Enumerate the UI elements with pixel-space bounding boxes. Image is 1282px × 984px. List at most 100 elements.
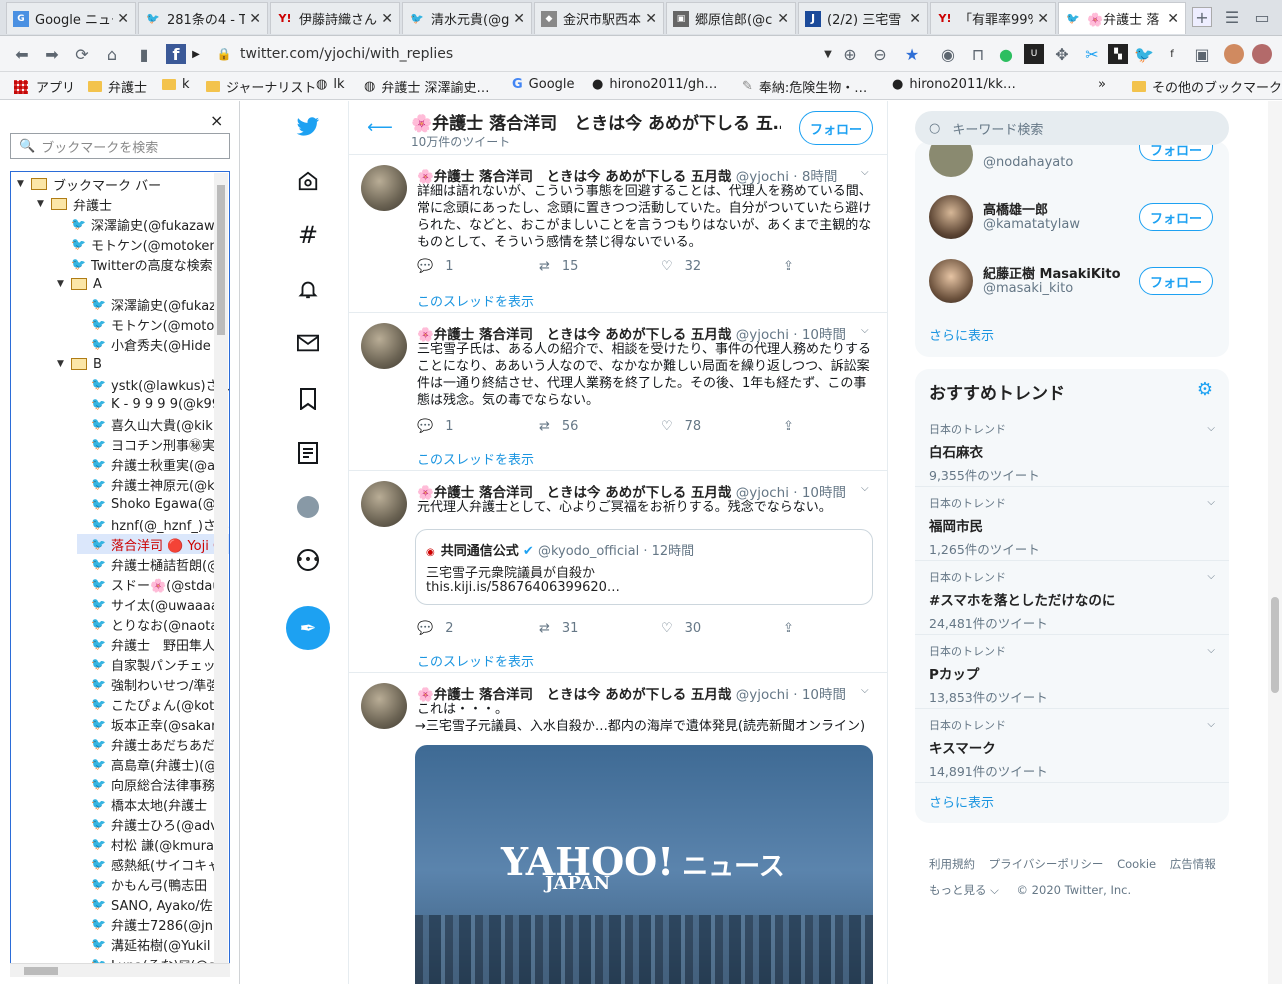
bookmark-item[interactable]: 🐦 hznf(@_hznf_)さん: [77, 514, 229, 534]
reply-button[interactable]: 💬 2: [417, 621, 539, 636]
bookmark-item[interactable]: 🐦 SANO, Ayako/佐: [77, 894, 229, 914]
explore-hashtag-icon[interactable]: #: [296, 221, 320, 249]
bookmark-item[interactable]: 🐦 弁護士7286(@jn: [77, 914, 229, 934]
avatar[interactable]: [929, 259, 973, 303]
trend-item[interactable]: 日本のトレンド キスマーク 14,891件のツイート ⌵: [915, 709, 1229, 783]
bookmark-search-input[interactable]: 🔍 ブックマークを検索: [10, 133, 230, 159]
expand-triangle-icon[interactable]: ▼: [17, 179, 25, 189]
avatar-icon[interactable]: [1252, 44, 1272, 64]
bookmark-panel-icon[interactable]: ▮: [134, 44, 154, 64]
trends-show-more-link[interactable]: さらに表示: [929, 792, 994, 811]
quoted-link[interactable]: this.kiji.is/58676406399620…: [426, 580, 620, 595]
bookmark-item[interactable]: ● hirono2011/gh…: [592, 77, 717, 92]
more-icon[interactable]: •••: [296, 549, 320, 571]
other-bookmarks-folder[interactable]: その他のブックマーク: [1132, 77, 1282, 96]
browser-tab-1[interactable]: 🐦 281条の4 - T ✕: [138, 2, 268, 34]
browser-tab-8[interactable]: 🐦 🌸弁護士 落 ✕: [1058, 2, 1186, 34]
extension-icon[interactable]: ▚: [1108, 44, 1128, 64]
back-icon[interactable]: ⬅: [12, 44, 32, 64]
bookmark-tree[interactable]: ▼ ブックマーク バー ▼ 弁護士 🐦 深澤諭史(@fukazawa 🐦 モトケン(@moto…: [10, 171, 230, 977]
bookmark-folder[interactable]: 弁護士: [88, 77, 147, 96]
browser-tab-6[interactable]: J (2/2) 三宅雪 ✕: [798, 2, 928, 34]
browser-tab-4[interactable]: ◆ 金沢市駅西本 ✕: [534, 2, 664, 34]
chevron-down-icon[interactable]: ⌵: [861, 483, 869, 494]
trend-item[interactable]: 日本のトレンド #スマホを落としただけなのに 24,481件のツイート ⌵: [915, 561, 1229, 635]
twitter-logo-icon[interactable]: [296, 115, 320, 139]
extension-icon[interactable]: ✂: [1082, 44, 1102, 64]
bookmark-item[interactable]: 🐦 感熱紙(サイコキャ: [77, 854, 229, 874]
star-icon[interactable]: ★: [902, 44, 922, 64]
follow-suggestion[interactable]: 高橋雄一郎 @kamatatylaw フォロー: [915, 193, 1229, 245]
follow-suggestion[interactable]: @nodahayato フォロー: [915, 133, 1229, 183]
browser-tab-0[interactable]: GGoogle ニュー✕: [6, 2, 136, 34]
bookmark-item[interactable]: 🐦 弁護士あだちあだ: [77, 734, 229, 754]
profile-icon[interactable]: [296, 495, 320, 519]
bookmark-item[interactable]: 🐦 ヨコチン刑事㊙実: [77, 434, 229, 454]
follow-button[interactable]: フォロー: [1139, 267, 1213, 295]
home-icon[interactable]: ⌂: [102, 44, 122, 64]
tweet[interactable]: 🌸弁護士 落合洋司 ときは今 あめが下しる 五月哉 @yjochi · 10時間…: [349, 313, 887, 471]
follow-suggestion[interactable]: 紀藤正樹 MasakiKito @masaki_kito フォロー: [915, 257, 1229, 309]
bookmark-item[interactable]: 🐦 弁護士樋詰哲朗(@: [77, 554, 229, 574]
close-sidebar-button[interactable]: ×: [210, 111, 223, 130]
bookmark-item[interactable]: 🐦 自家製パンチェッタ: [77, 654, 229, 674]
close-tab-icon[interactable]: ✕: [117, 11, 129, 27]
retweet-button[interactable]: ⇄ 15: [539, 259, 661, 274]
avatar[interactable]: [361, 323, 407, 369]
bookmark-item[interactable]: 🐦 村松 謙(@kmurar: [77, 834, 229, 854]
window-icon[interactable]: ▭: [1252, 7, 1272, 27]
show-thread-link[interactable]: このスレッドを表示: [417, 449, 534, 468]
extension-icon[interactable]: ▣: [1192, 44, 1212, 64]
close-tab-icon[interactable]: ✕: [513, 11, 525, 27]
extension-icon[interactable]: ◉: [938, 44, 958, 64]
bookmark-item[interactable]: 🐦 Shoko Egawa(@a: [77, 494, 229, 514]
footer-link[interactable]: 利用規約: [929, 857, 975, 871]
bookmark-icon[interactable]: ⊓: [968, 44, 988, 64]
menu-icon[interactable]: ☰: [1222, 7, 1242, 27]
bookmark-item[interactable]: 🐦 小倉秀夫(@Hide: [77, 334, 229, 354]
browser-tab-5[interactable]: ▣ 郷原信郎(@c ✕: [666, 2, 796, 34]
share-button[interactable]: ⇪: [783, 419, 905, 434]
chevron-down-icon[interactable]: ⌵: [861, 685, 869, 696]
bookmark-item[interactable]: 🐦 落合洋司 🔴 Yoji O: [77, 534, 229, 554]
tweet[interactable]: 🌸弁護士 落合洋司 ときは今 あめが下しる 五月哉 @yjochi · 10時間…: [349, 471, 887, 673]
lists-icon[interactable]: [296, 441, 320, 465]
bookmark-item[interactable]: 🐦 弁護士ひろ(@adv: [77, 814, 229, 834]
bookmark-item[interactable]: 🐦 深澤諭史(@fukazawa: [57, 214, 229, 234]
vertical-scrollbar[interactable]: [214, 173, 228, 963]
bookmark-folder[interactable]: ▼ B: [57, 354, 229, 374]
follow-button[interactable]: フォロー: [799, 111, 873, 145]
quoted-tweet[interactable]: ◉ 共同通信公式 ✔ @kyodo_official · 12時間 三宅雪子元衆院…: [415, 529, 873, 605]
bookmark-item[interactable]: ◍ lk: [316, 77, 344, 92]
browser-tab-3[interactable]: 🐦 清水元貴(@g ✕: [402, 2, 532, 34]
bookmark-folder[interactable]: k: [162, 77, 190, 92]
avatar[interactable]: [361, 165, 407, 211]
page-scrollbar[interactable]: [1268, 101, 1282, 984]
bookmark-item[interactable]: 🐦 こたぴょん(@kota: [77, 694, 229, 714]
bookmark-folder[interactable]: ▼ 弁護士: [37, 194, 229, 214]
retweet-button[interactable]: ⇄ 56: [539, 419, 661, 434]
trend-item[interactable]: 日本のトレンド 白石麻衣 9,355件のツイート ⌵: [915, 413, 1229, 487]
bookmark-folder[interactable]: ▼ ブックマーク バー: [17, 174, 229, 194]
expand-triangle-icon[interactable]: ▼: [57, 359, 65, 369]
bookmark-item[interactable]: ● hirono2011/kk…: [892, 77, 1016, 92]
gear-icon[interactable]: ⚙: [1197, 379, 1213, 400]
bookmark-item[interactable]: 🐦 モトケン(@motok: [77, 314, 229, 334]
messages-mail-icon[interactable]: [296, 331, 320, 355]
evernote-icon[interactable]: ●: [996, 44, 1016, 64]
footer-link[interactable]: プライバシーポリシー: [989, 857, 1104, 871]
chevron-down-icon[interactable]: ⌵: [1207, 571, 1215, 582]
reload-icon[interactable]: ⟳: [72, 44, 92, 64]
bookmark-item[interactable]: ✎ 奉納:危険生物・…: [742, 77, 867, 96]
notifications-bell-icon[interactable]: [296, 277, 320, 301]
follow-button[interactable]: フォロー: [1139, 203, 1213, 231]
bookmark-item[interactable]: 🐦 弁護士 野田隼人: [77, 634, 229, 654]
extension-icon[interactable]: U: [1024, 44, 1044, 64]
close-tab-icon[interactable]: ✕: [645, 11, 657, 27]
tweet[interactable]: 🌸弁護士 落合洋司 ときは今 あめが下しる 五月哉 @yjochi · 8時間 …: [349, 155, 887, 313]
show-more-link[interactable]: さらに表示: [929, 325, 994, 344]
avatar-icon[interactable]: [1224, 44, 1244, 64]
search-box[interactable]: ○ キーワード検索: [915, 111, 1229, 145]
address-bar[interactable]: twitter.com/yjochi/with_replies: [240, 42, 872, 66]
bookmark-item[interactable]: 🐦 弁護士神原元(@k: [77, 474, 229, 494]
